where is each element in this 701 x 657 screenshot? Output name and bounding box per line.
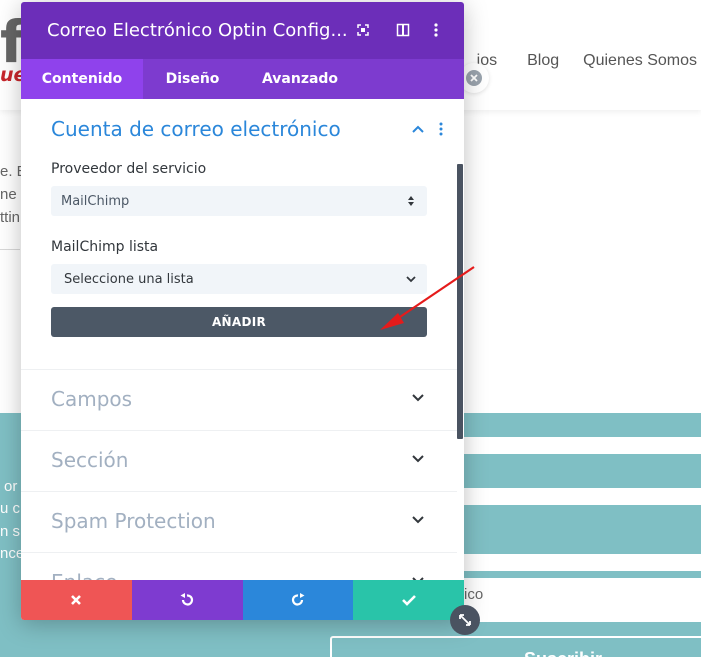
modal-tabs: Contenido Diseño Avanzado (21, 59, 464, 99)
provider-select-value: MailChimp (61, 193, 130, 209)
chevron-down-icon (412, 394, 424, 402)
resize-handle[interactable] (450, 605, 480, 635)
body-text-fragment: ttin (0, 209, 21, 226)
toggle-campos[interactable]: Campos (21, 369, 457, 430)
section-title-cuenta[interactable]: Cuenta de correo electrónico (51, 117, 341, 141)
undo-button[interactable] (131, 580, 243, 620)
close-icon (71, 595, 82, 605)
chevron-down-icon (412, 516, 424, 524)
optin-field-placeholder: ico (464, 586, 484, 603)
body-text-fragment: ne (0, 186, 17, 203)
redo-icon (291, 593, 305, 606)
optin-text-fragment: n s (0, 523, 21, 540)
list-select[interactable]: Seleccione una lista (51, 264, 427, 294)
modal-body: Cuenta de correo electrónico Proveedor d… (21, 99, 464, 580)
provider-select[interactable]: MailChimp (51, 186, 427, 216)
toggle-enlace[interactable]: Enlace (21, 552, 457, 580)
tab-diseno[interactable]: Diseño (143, 59, 242, 99)
list-select-value: Seleccione una lista (64, 271, 194, 287)
provider-label: Proveedor del servicio (51, 161, 207, 177)
select-updown-icon (408, 196, 414, 206)
site-nav: ios Blog Quienes Somos (477, 52, 697, 70)
modal-scrollbar[interactable] (457, 164, 463, 439)
toggle-title: Sección (51, 448, 129, 472)
modal-header: Correo Electrónico Optin Config... (21, 2, 464, 59)
optin-text-fragment: or (4, 478, 18, 495)
resize-icon (459, 614, 471, 626)
toggle-title: Spam Protection (51, 509, 216, 533)
undo-icon (180, 593, 194, 606)
toggle-title: Campos (51, 387, 133, 411)
nav-item-quienes-somos[interactable]: Quienes Somos (583, 52, 697, 70)
check-icon (401, 595, 416, 606)
optin-field[interactable] (462, 488, 701, 505)
optin-text-fragment: u c (0, 500, 21, 517)
module-settings-modal: Correo Electrónico Optin Config... Conte… (21, 2, 464, 620)
optin-field[interactable] (462, 578, 701, 622)
tab-avanzado[interactable]: Avanzado (242, 59, 358, 99)
chevron-down-icon (412, 455, 424, 463)
modal-title: Correo Electrónico Optin Config... (47, 20, 348, 41)
more-vertical-icon[interactable] (426, 20, 446, 40)
list-label: MailChimp lista (51, 239, 159, 255)
modal-footer (21, 580, 464, 620)
expand-icon[interactable] (353, 20, 373, 40)
cancel-button[interactable] (21, 580, 132, 620)
tab-contenido[interactable]: Contenido (21, 59, 143, 99)
optin-field[interactable] (462, 554, 701, 571)
site-text-block (0, 110, 20, 250)
redo-button[interactable] (242, 580, 354, 620)
optin-field[interactable] (462, 437, 701, 454)
chevron-down-icon (406, 276, 416, 283)
close-circle-icon (466, 70, 482, 86)
nav-item-blog[interactable]: Blog (527, 52, 559, 70)
add-list-button[interactable]: AÑADIR (51, 307, 427, 337)
toggle-title: Enlace (51, 570, 117, 580)
subscribe-button[interactable]: Suscribir (330, 636, 701, 657)
chevron-up-icon[interactable] (411, 124, 425, 134)
toggle-spam-protection[interactable]: Spam Protection (21, 491, 457, 552)
section-more-icon[interactable] (438, 122, 444, 136)
save-button[interactable] (353, 580, 464, 620)
toggle-seccion[interactable]: Sección (21, 430, 457, 491)
split-view-icon[interactable] (393, 20, 413, 40)
